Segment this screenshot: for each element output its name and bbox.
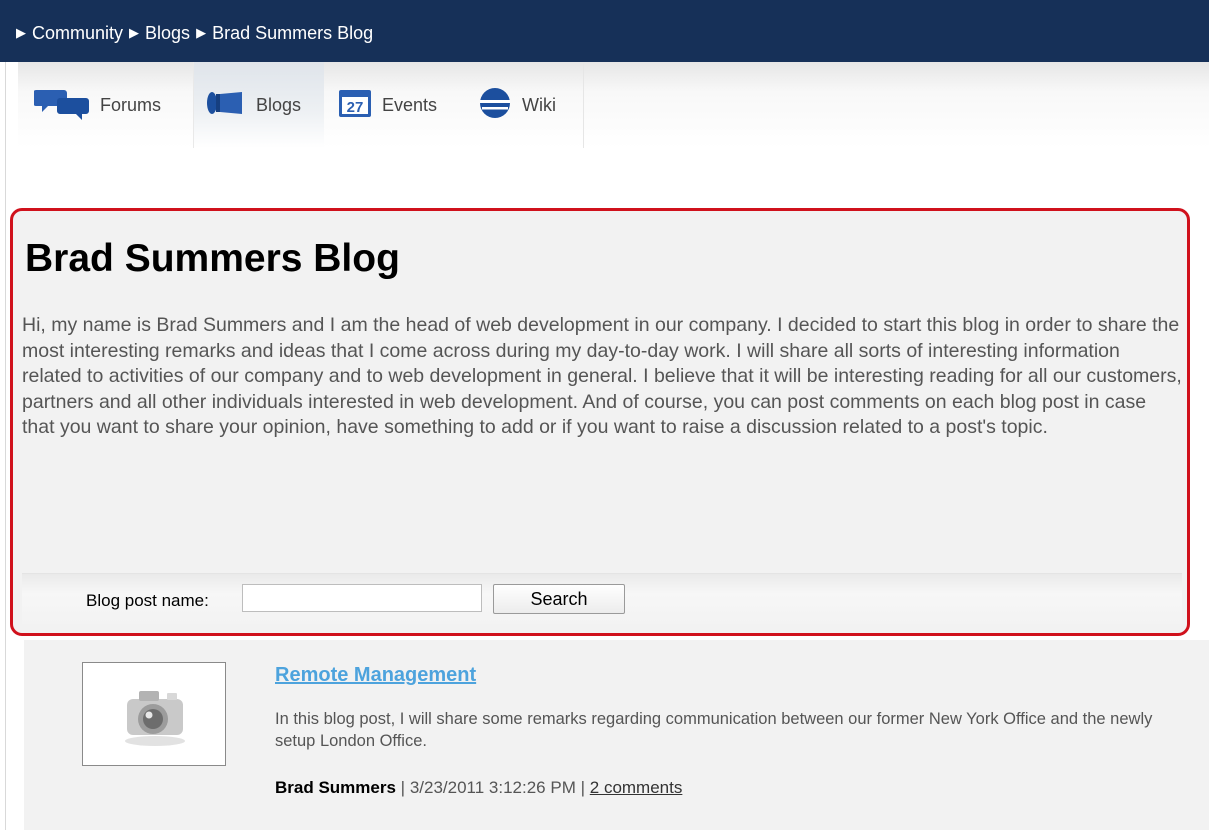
tab-events-label: Events <box>382 94 438 115</box>
post-date: 3/23/2011 3:12:26 PM <box>409 778 576 797</box>
post-comments-link[interactable]: 2 comments <box>590 778 683 797</box>
post-thumbnail[interactable] <box>82 662 226 766</box>
post-summary: In this blog post, I will share some rem… <box>275 710 1153 750</box>
tab-forums-label: Forums <box>100 94 162 115</box>
left-border <box>5 62 6 830</box>
tab-events[interactable]: 27 Events <box>324 62 464 148</box>
post-title-link[interactable]: Remote Management <box>275 664 476 687</box>
tab-blogs-label: Blogs <box>256 94 302 115</box>
search-button[interactable]: Search <box>493 584 625 614</box>
post-author: Brad Summers <box>275 778 396 797</box>
calendar-day-number: 27 <box>347 99 364 116</box>
camera-icon <box>119 681 191 752</box>
tab-forums[interactable]: Forums <box>18 62 194 148</box>
page-title: Brad Summers Blog <box>25 237 400 280</box>
breadcrumb-blogs[interactable]: Blogs <box>145 22 190 44</box>
breadcrumb-arrow-icon: ▶ <box>16 25 26 40</box>
search-input[interactable] <box>242 584 482 612</box>
breadcrumb: ▶ Community ▶ Blogs ▶ Brad Summers Blog <box>16 22 373 44</box>
forums-icon <box>33 86 90 125</box>
meta-separator: | <box>580 778 586 797</box>
breadcrumb-arrow-icon: ▶ <box>129 25 140 40</box>
search-label: Blog post name: <box>86 591 209 610</box>
blog-description: Hi, my name is Brad Summers and I am the… <box>22 314 1182 438</box>
blog-header-panel: Brad Summers Blog Hi, my name is Brad Su… <box>10 208 1190 636</box>
community-tabs: Forums Blogs 27 Events Wiki <box>18 62 1209 148</box>
blog-search-bar: Blog post name: Search <box>22 573 1182 624</box>
calendar-icon: 27 <box>338 88 372 123</box>
tab-wiki-label: Wiki <box>522 94 556 115</box>
breadcrumb-bar: ▶ Community ▶ Blogs ▶ Brad Summers Blog <box>0 0 1209 62</box>
breadcrumb-current-blog: Brad Summers Blog <box>212 23 374 43</box>
wiki-globe-icon <box>478 87 512 124</box>
tab-wiki[interactable]: Wiki <box>464 62 584 148</box>
meta-separator: | <box>400 778 406 797</box>
post-meta: Brad Summers | 3/23/2011 3:12:26 PM | 2 … <box>275 778 682 798</box>
breadcrumb-community[interactable]: Community <box>32 22 123 44</box>
breadcrumb-arrow-icon: ▶ <box>196 25 207 40</box>
post-list: Remote Management In this blog post, I w… <box>24 640 1209 830</box>
blogs-megaphone-icon <box>206 88 246 123</box>
tab-blogs[interactable]: Blogs <box>194 62 324 148</box>
